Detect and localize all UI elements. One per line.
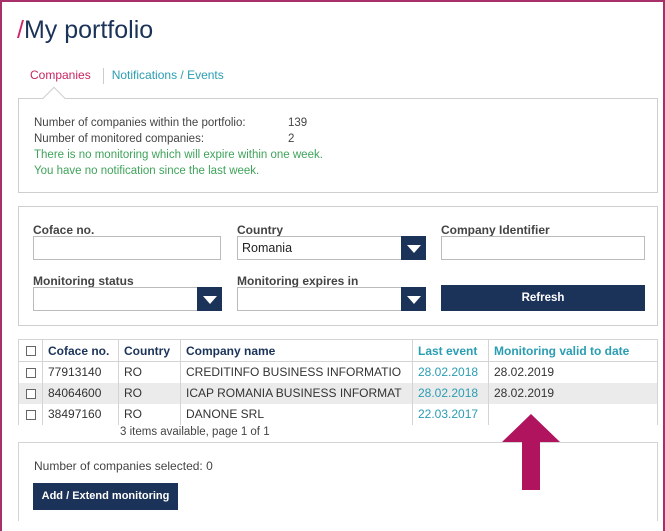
dropdown-arrow-icon[interactable] xyxy=(401,287,426,311)
pagination-info: 3 items available, page 1 of 1 xyxy=(120,426,270,438)
company-identifier-label: Company Identifier xyxy=(441,223,550,237)
country-selected-value: Romania xyxy=(242,241,293,255)
tab-notifications-events[interactable]: Notifications / Events xyxy=(112,68,232,84)
dropdown-arrow-icon[interactable] xyxy=(401,236,426,260)
tab-divider xyxy=(102,68,104,84)
table-header-row: Coface no. Country Company name Last eve… xyxy=(18,339,658,362)
monitoring-status-label: Monitoring status xyxy=(33,274,134,288)
col-last-event[interactable]: Last event xyxy=(412,339,489,362)
table-row[interactable]: 38497160 RO DANONE SRL 22.03.2017 xyxy=(18,403,658,425)
cell-last-event[interactable]: 28.02.2018 xyxy=(412,382,489,404)
selection-panel: Number of companies selected: 0 Add / Ex… xyxy=(18,442,658,521)
row-checkbox-cell xyxy=(18,403,43,425)
title-text: My portfolio xyxy=(23,16,154,44)
row-checkbox-cell xyxy=(18,382,43,404)
selected-count-text: Number of companies selected: 0 xyxy=(34,459,213,473)
portfolio-summary-box xyxy=(18,98,658,193)
cell-coface-no: 38497160 xyxy=(42,403,119,425)
monitored-count-label: Number of monitored companies: xyxy=(34,133,205,145)
title-slash: / xyxy=(17,16,24,44)
tab-companies[interactable]: Companies xyxy=(30,68,99,84)
cell-last-event[interactable]: 22.03.2017 xyxy=(412,403,489,425)
monitoring-expires-select[interactable] xyxy=(237,287,426,311)
cell-company-name: DANONE SRL xyxy=(180,403,413,425)
row-checkbox[interactable] xyxy=(25,409,36,420)
up-arrow-indicator-icon xyxy=(502,414,560,490)
companies-table: Coface no. Country Company name Last eve… xyxy=(18,339,658,425)
companies-count-value: 139 xyxy=(288,117,308,129)
select-all-checkbox[interactable] xyxy=(25,346,36,357)
cell-company-name: ICAP ROMANIA BUSINESS INFORMAT xyxy=(180,382,413,404)
row-checkbox-cell xyxy=(18,361,43,383)
company-identifier-input[interactable] xyxy=(441,236,645,260)
dropdown-arrow-icon[interactable] xyxy=(197,287,222,311)
col-coface-no[interactable]: Coface no. xyxy=(42,339,119,362)
expire-note: There is no monitoring which will expire… xyxy=(34,149,323,161)
col-monitoring-valid-to[interactable]: Monitoring valid to date xyxy=(488,339,658,362)
cell-last-event[interactable]: 28.02.2018 xyxy=(412,361,489,383)
cell-company-name: CREDITINFO BUSINESS INFORMATIO xyxy=(180,361,413,383)
filter-panel: Coface no. Country Romania Company Ident… xyxy=(18,206,658,326)
cell-country: RO xyxy=(118,403,181,425)
refresh-button[interactable]: Refresh xyxy=(441,285,645,311)
row-checkbox[interactable] xyxy=(25,368,36,379)
monitored-count-value: 2 xyxy=(288,133,295,145)
coface-no-input[interactable] xyxy=(33,236,221,260)
companies-count-row: Number of companies within the portfolio… xyxy=(34,117,307,129)
row-checkbox[interactable] xyxy=(25,388,36,399)
coface-no-label: Coface no. xyxy=(33,223,95,237)
cell-country: RO xyxy=(118,361,181,383)
country-label: Country xyxy=(237,223,283,237)
col-company-name[interactable]: Company name xyxy=(180,339,413,362)
cell-coface-no: 84064600 xyxy=(42,382,119,404)
tab-bar: Companies Notifications / Events xyxy=(30,68,232,84)
notification-note: You have no notification since the last … xyxy=(34,165,260,177)
add-extend-monitoring-button[interactable]: Add / Extend monitoring xyxy=(33,483,178,510)
cell-valid-to: 28.02.2019 xyxy=(488,382,658,404)
page-title: /My portfolio xyxy=(17,16,153,45)
table-row[interactable]: 77913140 RO CREDITINFO BUSINESS INFORMAT… xyxy=(18,361,658,383)
companies-count-label: Number of companies within the portfolio… xyxy=(34,117,246,129)
cell-country: RO xyxy=(118,382,181,404)
table-row[interactable]: 84064600 RO ICAP ROMANIA BUSINESS INFORM… xyxy=(18,382,658,404)
cell-valid-to: 28.02.2019 xyxy=(488,361,658,383)
monitoring-expires-label: Monitoring expires in xyxy=(237,274,359,288)
col-country[interactable]: Country xyxy=(118,339,181,362)
select-all-header xyxy=(18,339,43,362)
cell-coface-no: 77913140 xyxy=(42,361,119,383)
country-select[interactable]: Romania xyxy=(237,236,426,260)
monitored-count-row: Number of monitored companies: 2 xyxy=(34,133,294,145)
monitoring-status-select[interactable] xyxy=(33,287,222,311)
